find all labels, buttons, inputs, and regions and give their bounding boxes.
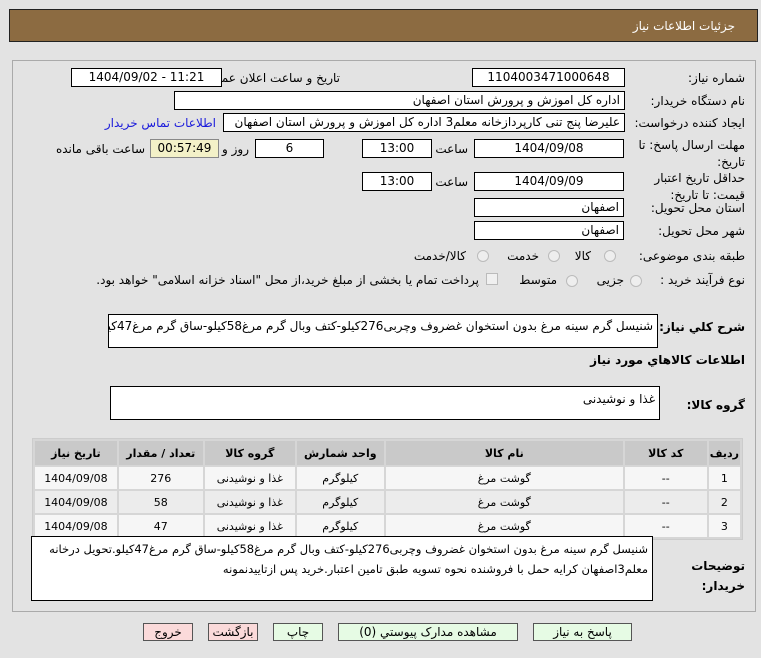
table-header-row: ردیف کد کالا نام کالا واحد شمارش گروه کا… — [35, 441, 740, 465]
reply-button[interactable]: پاسخ به نیاز — [533, 623, 632, 641]
cell-date: 1404/09/08 — [35, 467, 117, 489]
buyer-org-field: اداره کل اموزش و پرورش استان اصفهان — [174, 91, 625, 110]
cell-qty: 58 — [118, 491, 203, 513]
category-radio-goods[interactable] — [604, 250, 616, 262]
validity-label: حداقل تاریخ اعتبار قیمت: تا تاریخ: — [654, 171, 745, 202]
need-number-label: شماره نیاز: — [688, 71, 745, 85]
print-button[interactable]: چاپ — [273, 623, 323, 641]
col-code: کد کالا — [624, 441, 707, 465]
col-group: گروه کالا — [204, 441, 295, 465]
col-unit: واحد شمارش — [296, 441, 384, 465]
cell-name: گوشت مرغ — [385, 467, 623, 489]
announce-field: 1404/09/02 - 11:21 — [71, 68, 222, 87]
goods-group-label: گروه کالا: — [686, 398, 745, 412]
goods-table: ردیف کد کالا نام کالا واحد شمارش گروه کا… — [32, 438, 743, 540]
deadline-date-field: 1404/09/08 — [474, 139, 624, 158]
need-number-field: 1104003471000648 — [472, 68, 625, 87]
cell-code: -- — [624, 491, 707, 513]
city-field: اصفهان — [474, 221, 624, 240]
cell-group: غذا و نوشیدنی — [204, 515, 295, 537]
goods-group-textarea[interactable]: غذا و نوشیدنی — [110, 386, 660, 420]
payment-note: پرداخت تمام یا بخشی از مبلغ خرید،از محل … — [96, 273, 479, 287]
remaining-label: ساعت باقی مانده — [55, 142, 145, 156]
cell-code: -- — [624, 467, 707, 489]
cell-qty: 276 — [118, 467, 203, 489]
cell-group: غذا و نوشیدنی — [204, 491, 295, 513]
view-attachments-button[interactable]: مشاهده مدارک پیوستي (0) — [338, 623, 518, 641]
creator-label: ایجاد کننده درخواست: — [634, 116, 745, 130]
process-radio-minor[interactable] — [630, 275, 642, 287]
process-radio-medium[interactable] — [566, 275, 578, 287]
days-label: روز و — [222, 142, 249, 156]
process-label: نوع فرآیند خرید : — [660, 273, 745, 287]
creator-field: علیرضا پنج تنی کارپردازخانه معلم3 اداره … — [223, 113, 625, 132]
table-row: 3 -- گوشت مرغ کیلوگرم غذا و نوشیدنی 47 1404/09… — [35, 515, 740, 537]
page-header: جزئیات اطلاعات نیاز — [9, 9, 758, 42]
buyer-notes-label: توضیحات خریدار: — [691, 559, 745, 593]
summary-textarea[interactable]: شنیسل گرم سینه مرغ بدون استخوان غضروف وچ… — [108, 314, 658, 348]
col-name: نام کالا — [385, 441, 623, 465]
city-label: شهر محل تحویل: — [658, 224, 745, 238]
category-option-goods: کالا — [574, 249, 591, 263]
cell-date: 1404/09/08 — [35, 491, 117, 513]
remaining-time-field: 00:57:49 — [150, 139, 219, 158]
validity-time-label: ساعت — [435, 175, 468, 189]
exit-button[interactable]: خروج — [143, 623, 193, 641]
cell-qty: 47 — [118, 515, 203, 537]
process-option-medium: متوسط — [519, 273, 557, 287]
cell-unit: کیلوگرم — [296, 491, 384, 513]
deadline-time-label: ساعت — [435, 142, 468, 156]
buyer-notes-textarea[interactable]: شنیسل گرم سینه مرغ بدون استخوان غضروف وچ… — [31, 536, 653, 601]
validity-date-field: 1404/09/09 — [474, 172, 624, 191]
treasury-payment-checkbox[interactable] — [486, 273, 498, 285]
category-label: طبقه بندی موضوعی: — [638, 249, 745, 263]
category-option-both: کالا/خدمت — [413, 249, 466, 263]
process-option-minor: جزیی — [596, 273, 624, 287]
table-row: 2 -- گوشت مرغ کیلوگرم غذا و نوشیدنی 58 1404/09… — [35, 491, 740, 513]
deadline-time-field: 13:00 — [362, 139, 432, 158]
col-date: تاریخ نیاز — [35, 441, 117, 465]
category-option-service: خدمت — [507, 249, 539, 263]
col-qty: تعداد / مقدار — [118, 441, 203, 465]
cell-date: 1404/09/08 — [35, 515, 117, 537]
category-radio-both[interactable] — [477, 250, 489, 262]
buyer-org-label: نام دستگاه خریدار: — [650, 94, 746, 108]
table-row: 1 -- گوشت مرغ کیلوگرم غذا و نوشیدنی 276 1404/0… — [35, 467, 740, 489]
cell-code: -- — [624, 515, 707, 537]
goods-info-title: اطلاعات كالاهاي مورد نياز — [590, 353, 745, 367]
buyer-contact-link[interactable]: اطلاعات تماس خریدار — [105, 116, 216, 130]
page-title: جزئیات اطلاعات نیاز — [632, 19, 735, 33]
province-label: استان محل تحویل: — [650, 201, 745, 215]
cell-row: 2 — [708, 491, 740, 513]
cell-row: 3 — [708, 515, 740, 537]
cell-group: غذا و نوشیدنی — [204, 467, 295, 489]
validity-time-field: 13:00 — [362, 172, 432, 191]
cell-unit: کیلوگرم — [296, 467, 384, 489]
category-radio-service[interactable] — [548, 250, 560, 262]
cell-row: 1 — [708, 467, 740, 489]
province-field: اصفهان — [474, 198, 624, 217]
col-row: ردیف — [708, 441, 740, 465]
back-button[interactable]: بازگشت — [208, 623, 258, 641]
cell-unit: کیلوگرم — [296, 515, 384, 537]
summary-label: شرح كلي نياز: — [659, 320, 745, 334]
cell-name: گوشت مرغ — [385, 515, 623, 537]
deadline-label: مهلت ارسال پاسخ: تا تاریخ: — [638, 138, 745, 169]
days-field: 6 — [255, 139, 324, 158]
cell-name: گوشت مرغ — [385, 491, 623, 513]
